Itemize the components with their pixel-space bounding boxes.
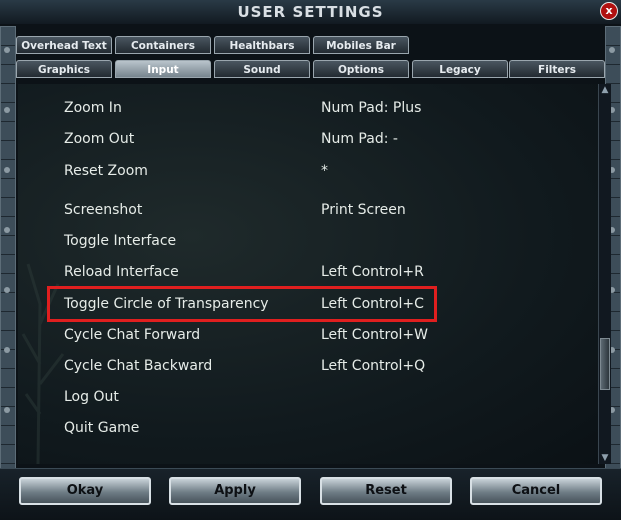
binding-action: Log Out — [64, 389, 119, 405]
okay-button[interactable]: Okay — [19, 477, 151, 505]
highlight-box — [47, 286, 437, 322]
tab-mobiles-bar[interactable]: Mobiles Bar — [313, 36, 409, 54]
binding-key[interactable]: Left Control+R — [321, 264, 424, 280]
binding-row-toggle-interface[interactable]: Toggle Interface — [18, 229, 578, 253]
binding-row-zoom-in[interactable]: Zoom In Num Pad: Plus — [18, 96, 578, 120]
binding-action: Cycle Chat Forward — [64, 327, 201, 343]
user-settings-window: USER SETTINGS x Overhead Text Containers… — [0, 0, 621, 520]
tab-options[interactable]: Options — [313, 60, 409, 78]
binding-key[interactable]: Left Control+W — [321, 327, 428, 343]
binding-row-quit-game[interactable]: Quit Game — [18, 416, 578, 440]
scroll-thumb[interactable] — [600, 338, 610, 390]
binding-row-log-out[interactable]: Log Out — [18, 385, 578, 409]
window-title: USER SETTINGS — [237, 3, 384, 21]
keybindings-panel: Zoom In Num Pad: Plus Zoom Out Num Pad: … — [18, 84, 598, 464]
binding-action: Reload Interface — [64, 264, 179, 280]
tab-legacy[interactable]: Legacy — [412, 60, 508, 78]
binding-row-cycle-chat-forward[interactable]: Cycle Chat Forward Left Control+W — [18, 323, 578, 347]
tab-input[interactable]: Input — [115, 60, 211, 78]
binding-row-reload-interface[interactable]: Reload Interface Left Control+R — [18, 260, 578, 284]
cancel-button[interactable]: Cancel — [470, 477, 602, 505]
binding-action: Cycle Chat Backward — [64, 358, 213, 374]
binding-row-reset-zoom[interactable]: Reset Zoom * — [18, 159, 578, 183]
binding-row-screenshot[interactable]: Screenshot Print Screen — [18, 198, 578, 222]
tab-row-2: Graphics Input Sound Options Legacy Filt… — [16, 60, 606, 78]
binding-key[interactable]: * — [321, 163, 328, 179]
binding-action: Reset Zoom — [64, 163, 148, 179]
tab-containers[interactable]: Containers — [115, 36, 211, 54]
binding-row-zoom-out[interactable]: Zoom Out Num Pad: - — [18, 127, 578, 151]
reset-button[interactable]: Reset — [320, 477, 452, 505]
scroll-up-arrow-icon[interactable]: ▲ — [599, 84, 611, 96]
tab-graphics[interactable]: Graphics — [16, 60, 112, 78]
left-frame-edge — [0, 26, 16, 470]
tab-filters[interactable]: Filters — [509, 60, 605, 78]
binding-action: Zoom In — [64, 100, 122, 116]
tab-overhead-text[interactable]: Overhead Text — [16, 36, 112, 54]
tab-row-1: Overhead Text Containers Healthbars Mobi… — [16, 36, 416, 54]
binding-action: Toggle Interface — [64, 233, 177, 249]
scroll-down-arrow-icon[interactable]: ▼ — [599, 452, 611, 464]
apply-button[interactable]: Apply — [169, 477, 301, 505]
tab-sound[interactable]: Sound — [214, 60, 310, 78]
binding-key[interactable]: Print Screen — [321, 202, 406, 218]
binding-key[interactable]: Left Control+Q — [321, 358, 425, 374]
binding-action: Screenshot — [64, 202, 143, 218]
binding-key[interactable]: Num Pad: Plus — [321, 100, 421, 116]
scrollbar[interactable]: ▲ ▼ — [598, 84, 611, 464]
binding-row-cycle-chat-backward[interactable]: Cycle Chat Backward Left Control+Q — [18, 354, 578, 378]
binding-key[interactable]: Num Pad: - — [321, 131, 398, 147]
tab-healthbars[interactable]: Healthbars — [214, 36, 310, 54]
button-bar: Okay Apply Reset Cancel — [0, 468, 621, 520]
title-bar[interactable]: USER SETTINGS x — [0, 0, 621, 25]
binding-action: Quit Game — [64, 420, 140, 436]
close-button[interactable]: x — [600, 2, 618, 20]
binding-action: Zoom Out — [64, 131, 135, 147]
